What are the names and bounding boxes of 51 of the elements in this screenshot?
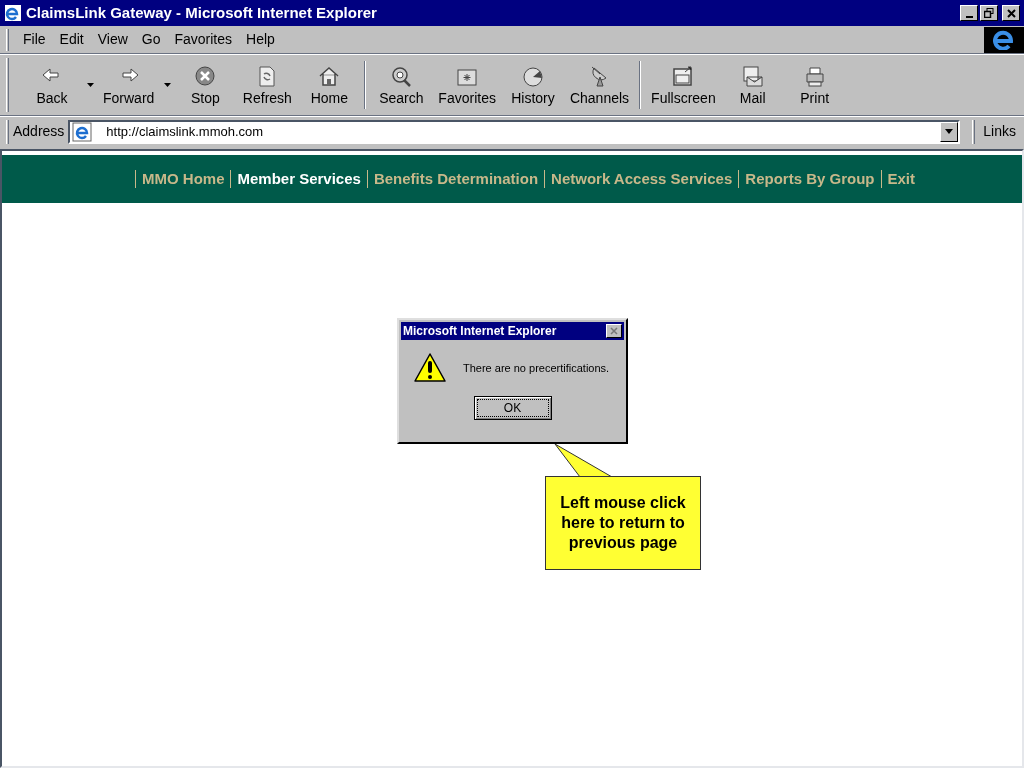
minimize-icon [965, 16, 973, 18]
caret-icon [86, 83, 94, 87]
toolbar-back-button[interactable]: Back [21, 57, 83, 113]
toolbar-mail-button[interactable]: Mail [721, 57, 784, 113]
toolbar-stop-button[interactable]: Stop [174, 57, 237, 113]
dropdown-button[interactable] [940, 121, 959, 142]
close-icon [610, 327, 618, 335]
menu-item[interactable]: View [91, 29, 134, 50]
toolbar-forward-button[interactable]: Forward [97, 57, 161, 113]
history-icon [520, 65, 545, 87]
close-button[interactable] [606, 324, 622, 338]
menu-item[interactable]: Help [240, 29, 281, 50]
restore-button[interactable] [980, 5, 998, 21]
caret-icon [945, 129, 954, 134]
nav-link[interactable]: Exit [887, 167, 915, 191]
toolbar-favorites-button[interactable]: Favorites [432, 57, 502, 113]
toolbar-home-button[interactable]: Home [298, 57, 361, 113]
minimize-button[interactable] [960, 5, 978, 21]
browser-logo-icon [4, 4, 22, 22]
nav-link[interactable]: Reports By Group [745, 167, 875, 191]
dialog-message: There are no precertifications. [463, 360, 610, 376]
caret-icon [163, 83, 171, 87]
close-button[interactable] [1002, 5, 1020, 21]
dialog-title: Microsoft Internet Explorer [403, 323, 558, 340]
page-icon [72, 121, 93, 142]
toolbar-fullscreen-button[interactable]: Fullscreen [645, 57, 722, 113]
callout-text: Left mouse click here to return to previous page [559, 493, 687, 553]
window-title: ClaimsLink Gateway - Microsoft Internet Explorer [26, 2, 378, 23]
warning-icon [413, 352, 447, 384]
nav-link[interactable]: MMO Home [141, 167, 225, 191]
mail-icon [740, 65, 765, 87]
links-button[interactable]: Links [979, 121, 1020, 142]
browser-logo-icon [984, 26, 1024, 53]
address-label: Address [13, 122, 65, 141]
restore-icon [984, 8, 994, 18]
nav-link[interactable]: Member Services [237, 167, 361, 191]
toolbar-search-button[interactable]: Search [370, 57, 433, 113]
stop-icon [193, 65, 218, 87]
toolbar-print-button[interactable]: Print [783, 57, 846, 113]
toolbar-history-button[interactable]: History [501, 57, 564, 113]
menu-item[interactable]: File [17, 29, 52, 50]
menu-item[interactable]: Favorites [168, 29, 239, 50]
ok-button[interactable]: OK [473, 396, 552, 420]
nav-link[interactable]: Benefits Determination [373, 167, 539, 191]
toolbar-refresh-button[interactable]: Refresh [236, 57, 299, 113]
nav-link[interactable]: Network Access Services [551, 167, 733, 191]
address-field[interactable]: http://claimslink.mmoh.com [68, 119, 961, 144]
menu-item[interactable]: Go [135, 29, 167, 50]
close-icon [1006, 8, 1016, 18]
menu-item[interactable]: Edit [53, 29, 90, 50]
toolbar-channels-button[interactable]: Channels [563, 57, 636, 113]
